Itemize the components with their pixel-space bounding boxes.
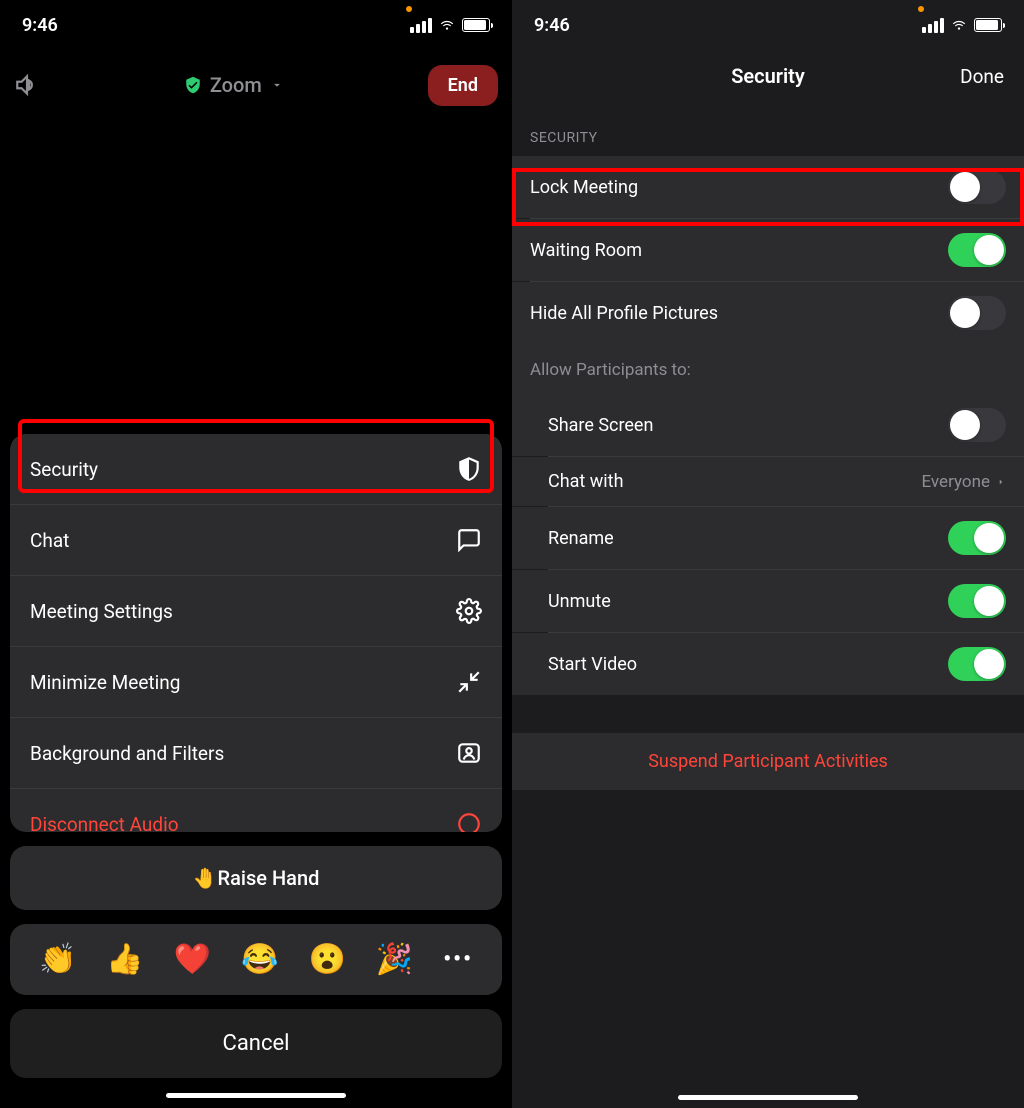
cellular-signal-icon (410, 18, 432, 33)
cellular-signal-icon (922, 18, 944, 33)
chat-icon (456, 527, 482, 553)
nav-title: Security (731, 64, 805, 88)
raise-hand-icon: 🤚 (193, 866, 218, 890)
reaction-more[interactable]: ••• (443, 947, 473, 972)
chevron-down-icon (270, 78, 284, 92)
zoom-title-text: Zoom (210, 73, 262, 97)
toggle-start-video[interactable] (948, 647, 1006, 681)
zoom-header: Zoom End (0, 50, 512, 120)
suspend-activities-button[interactable]: Suspend Participant Activities (512, 733, 1024, 790)
menu-chat[interactable]: Chat (10, 505, 502, 576)
status-indicators (922, 18, 1002, 33)
hide-profile-label: Hide All Profile Pictures (530, 303, 718, 324)
wifi-icon (950, 18, 968, 32)
gear-icon (456, 598, 482, 624)
action-sheet: Security Chat Meeting Settings Minimize … (10, 434, 502, 1078)
shield-icon (456, 456, 482, 482)
chevron-right-icon (996, 475, 1006, 489)
security-list: Lock Meeting Waiting Room Hide All Profi… (512, 156, 1024, 695)
status-indicators (410, 18, 490, 33)
raise-hand-button[interactable]: 🤚Raise Hand (10, 846, 502, 910)
menu-panel: Security Chat Meeting Settings Minimize … (10, 434, 502, 832)
minimize-icon (456, 669, 482, 695)
toggle-share-screen[interactable] (948, 408, 1006, 442)
speaker-icon[interactable] (14, 72, 40, 98)
menu-background-label: Background and Filters (30, 742, 224, 765)
toggle-lock-meeting[interactable] (948, 170, 1006, 204)
waiting-room-label: Waiting Room (530, 240, 642, 261)
menu-security[interactable]: Security (10, 434, 502, 505)
end-button[interactable]: End (428, 65, 498, 106)
row-lock-meeting[interactable]: Lock Meeting (512, 156, 1024, 218)
home-indicator[interactable] (678, 1095, 858, 1100)
user-frame-icon (456, 740, 482, 766)
meeting-title[interactable]: Zoom (184, 73, 284, 97)
recording-dot-icon (918, 6, 924, 12)
reaction-clap[interactable]: 👏 (39, 942, 76, 977)
menu-background-filters[interactable]: Background and Filters (10, 718, 502, 789)
home-indicator[interactable] (166, 1093, 346, 1098)
raise-hand-label: Raise Hand (218, 866, 320, 890)
shield-check-icon (184, 76, 202, 94)
allow-participants-header: Allow Participants to: (512, 344, 1024, 394)
wifi-icon (438, 18, 456, 32)
toggle-rename[interactable] (948, 521, 1006, 555)
battery-icon (462, 18, 490, 32)
row-start-video[interactable]: Start Video (512, 633, 1024, 695)
toggle-waiting-room[interactable] (948, 233, 1006, 267)
toggle-unmute[interactable] (948, 584, 1006, 618)
menu-minimize-label: Minimize Meeting (30, 671, 180, 694)
cancel-button[interactable]: Cancel (10, 1009, 502, 1078)
suspend-label: Suspend Participant Activities (648, 751, 888, 772)
unmute-label: Unmute (548, 591, 611, 612)
lock-meeting-label: Lock Meeting (530, 177, 638, 198)
reaction-heart[interactable]: ❤️ (174, 942, 211, 977)
menu-security-label: Security (30, 458, 98, 481)
row-chat-with[interactable]: Chat with Everyone (512, 457, 1024, 506)
status-bar: 9:46 (0, 0, 512, 50)
menu-meeting-settings[interactable]: Meeting Settings (10, 576, 502, 647)
nav-bar: Security Done (512, 50, 1024, 102)
phone-left: 9:46 Zoom End Security Chat Meetin (0, 0, 512, 1108)
menu-chat-label: Chat (30, 529, 69, 552)
cancel-label: Cancel (223, 1031, 290, 1056)
disconnect-icon (456, 811, 482, 832)
raise-hand-panel: 🤚Raise Hand (10, 846, 502, 910)
share-screen-label: Share Screen (548, 415, 653, 436)
section-header-security: SECURITY (512, 102, 1024, 156)
row-unmute[interactable]: Unmute (512, 570, 1024, 632)
phone-right: 9:46 Security Done SECURITY Lock Meeting… (512, 0, 1024, 1108)
reactions-panel: 👏 👍 ❤️ 😂 😮 🎉 ••• (10, 924, 502, 995)
status-time: 9:46 (534, 15, 570, 36)
chat-with-value: Everyone (921, 472, 990, 492)
rename-label: Rename (548, 528, 614, 549)
row-share-screen[interactable]: Share Screen (512, 394, 1024, 456)
reaction-joy[interactable]: 😂 (241, 942, 278, 977)
menu-settings-label: Meeting Settings (30, 600, 173, 623)
reaction-thumbs-up[interactable]: 👍 (106, 942, 143, 977)
status-bar: 9:46 (512, 0, 1024, 50)
recording-dot-icon (406, 6, 412, 12)
toggle-hide-profile[interactable] (948, 296, 1006, 330)
chat-with-label: Chat with (548, 471, 623, 492)
row-rename[interactable]: Rename (512, 507, 1024, 569)
menu-disconnect-label: Disconnect Audio (30, 813, 179, 833)
row-hide-profile[interactable]: Hide All Profile Pictures (512, 282, 1024, 344)
menu-disconnect-audio[interactable]: Disconnect Audio (10, 789, 502, 832)
row-waiting-room[interactable]: Waiting Room (512, 219, 1024, 281)
start-video-label: Start Video (548, 654, 637, 675)
battery-icon (974, 18, 1002, 32)
menu-minimize[interactable]: Minimize Meeting (10, 647, 502, 718)
reactions-row: 👏 👍 ❤️ 😂 😮 🎉 ••• (10, 924, 502, 995)
reaction-wow[interactable]: 😮 (309, 942, 346, 977)
reaction-tada[interactable]: 🎉 (376, 942, 413, 977)
status-time: 9:46 (22, 15, 58, 36)
done-button[interactable]: Done (960, 65, 1004, 88)
